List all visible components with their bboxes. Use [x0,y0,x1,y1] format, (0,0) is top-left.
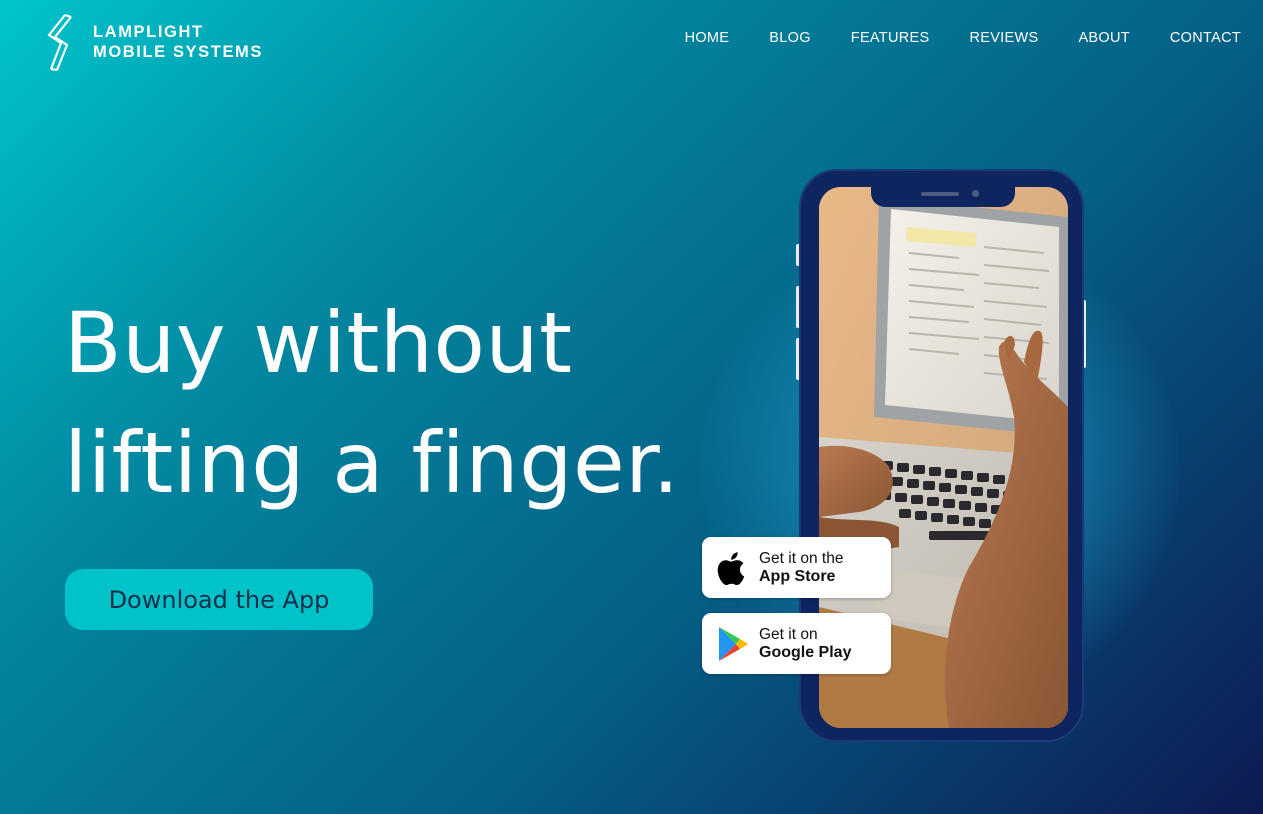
hero-headline-line2: lifting a finger. [64,414,680,512]
google-play-icon [719,626,748,661]
phone-notch [871,185,1015,207]
brand-logo[interactable]: LAMPLIGHT MOBILE SYSTEMS [45,13,263,71]
app-store-big-label: App Store [759,567,836,585]
google-play-badge-text: Get it on Google Play [759,626,851,662]
nav-about[interactable]: ABOUT [1078,30,1129,46]
app-store-badge-text: Get it on the App Store [759,550,843,586]
google-play-badge[interactable]: Get it on Google Play [702,613,891,674]
lightning-logo-icon [47,13,72,71]
hero-headline-line1: Buy without [64,294,573,392]
main-nav: HOME BLOG FEATURES REVIEWS ABOUT CONTACT [685,30,1241,46]
nav-home[interactable]: HOME [685,30,730,46]
phone-camera [972,190,979,197]
nav-contact[interactable]: CONTACT [1170,30,1241,46]
hero-headline: Buy without lifting a finger. [64,283,680,523]
nav-features[interactable]: FEATURES [851,30,930,46]
apple-icon [717,551,745,585]
app-store-small-label: Get it on the [759,549,844,567]
phone-speaker [921,192,959,196]
brand-name-line2: MOBILE SYSTEMS [93,43,263,61]
nav-reviews[interactable]: REVIEWS [969,30,1038,46]
google-play-small-label: Get it on [759,625,818,643]
brand-name: LAMPLIGHT MOBILE SYSTEMS [93,22,263,62]
app-store-badge[interactable]: Get it on the App Store [702,537,891,598]
nav-blog[interactable]: BLOG [769,30,811,46]
download-app-button[interactable]: Download the App [65,569,373,630]
google-play-big-label: Google Play [759,643,852,661]
brand-name-line1: LAMPLIGHT [93,23,204,41]
